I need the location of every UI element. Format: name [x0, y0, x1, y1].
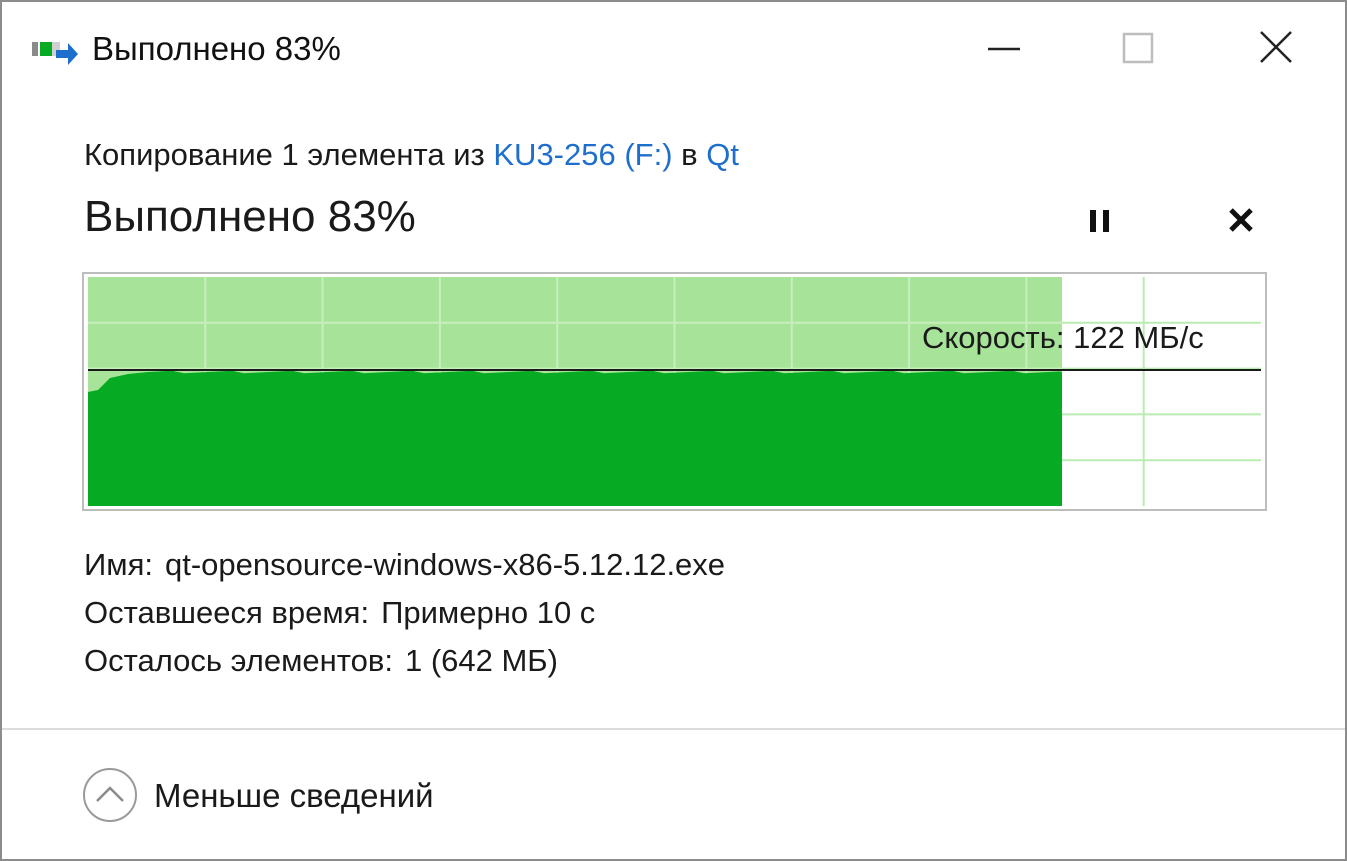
speed-label: Скорость: 122 МБ/с — [922, 320, 1204, 355]
title-bar[interactable]: Выполнено 83% — [2, 2, 1345, 94]
detail-time-remaining: Оставшееся время: Примерно 10 с — [84, 595, 595, 631]
progress-heading: Выполнено 83% — [84, 192, 416, 241]
name-label: Имя: — [84, 547, 153, 582]
close-icon — [1229, 208, 1253, 232]
items-value: 1 (642 МБ) — [404, 643, 558, 678]
source-link[interactable]: KU3-256 (F:) — [493, 137, 672, 172]
destination-link[interactable]: Qt — [706, 137, 739, 172]
copy-transfer-icon — [32, 42, 78, 65]
close-window-button[interactable] — [1246, 22, 1306, 74]
pause-button[interactable] — [1080, 200, 1124, 244]
minimize-icon — [988, 47, 1020, 51]
maximize-button[interactable] — [1108, 22, 1168, 74]
copy-middle: в — [672, 137, 707, 172]
pause-icon — [1090, 210, 1109, 232]
copy-description: Копирование 1 элемента из KU3-256 (F:) в… — [84, 137, 739, 173]
time-label: Оставшееся время: — [84, 595, 370, 630]
items-label: Осталось элементов: — [84, 643, 393, 678]
detail-items-remaining: Осталось элементов: 1 (642 МБ) — [84, 643, 558, 679]
time-value: Примерно 10 с — [381, 595, 596, 630]
window-title: Выполнено 83% — [92, 30, 341, 67]
chevron-up-icon — [83, 768, 137, 822]
speed-graph — [82, 272, 1267, 511]
cancel-button[interactable] — [1219, 200, 1263, 244]
less-details-label: Меньше сведений — [154, 777, 434, 814]
copy-prefix: Копирование 1 элемента из — [84, 137, 494, 172]
footer-divider — [2, 728, 1345, 730]
close-icon — [1260, 31, 1292, 63]
throughput-area — [88, 370, 1062, 506]
maximize-icon — [1122, 32, 1154, 64]
file-copy-dialog: Выполнено 83% Копирование 1 элемента из … — [0, 0, 1347, 861]
name-value: qt-opensource-windows-x86-5.12.12.exe — [165, 547, 726, 582]
detail-name: Имя: qt-opensource-windows-x86-5.12.12.ex… — [84, 547, 725, 583]
minimize-button[interactable] — [974, 22, 1034, 74]
